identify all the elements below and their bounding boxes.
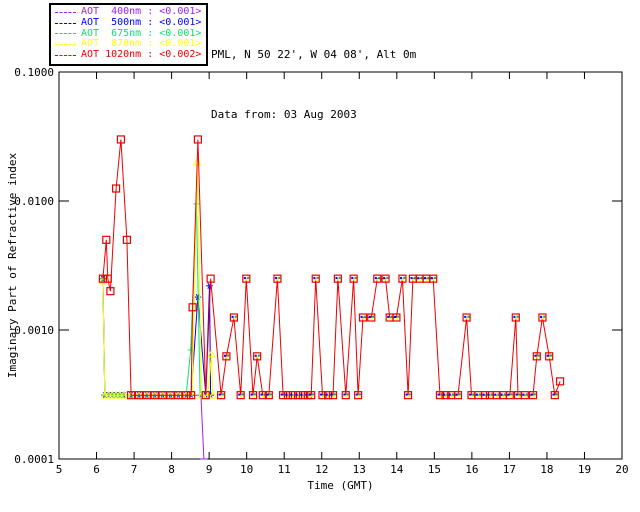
- x-tick-label: 12: [315, 463, 328, 476]
- x-tick-label: 13: [353, 463, 366, 476]
- axes: [58, 71, 623, 460]
- x-tick-label: 14: [390, 463, 404, 476]
- x-tick-label: 17: [503, 463, 516, 476]
- y-tick-label: 0.0100: [14, 195, 54, 208]
- chart-canvas: 5 6 7 8 9 10 11 12 13 14 15 16 17 18 19 20 0.0001 0.0010 0…: [6, 66, 629, 492]
- series-aot-870nm: [98, 157, 218, 399]
- y-tick-label: 0.0001: [14, 453, 54, 466]
- y-axis-title: Imaginary Part of Refractive index: [6, 153, 19, 379]
- x-tick-label: 6: [93, 463, 100, 476]
- x-tick-label: 10: [240, 463, 253, 476]
- x-tick-label: 20: [615, 463, 628, 476]
- x-tick-label: 8: [168, 463, 175, 476]
- x-tick-label: 16: [465, 463, 478, 476]
- x-tick-label: 18: [540, 463, 553, 476]
- x-tick-label: 7: [131, 463, 138, 476]
- x-tick-label: 5: [56, 463, 63, 476]
- series-aot-500nm: [99, 275, 215, 399]
- y-tick-label: 0.1000: [14, 66, 54, 79]
- y-tick-label: 0.0010: [14, 324, 54, 337]
- x-tick-label: 19: [578, 463, 591, 476]
- x-tick-label: 15: [428, 463, 441, 476]
- x-axis-title: Time (GMT): [307, 479, 373, 492]
- x-tick-label: 9: [206, 463, 213, 476]
- x-tick-label: 11: [278, 463, 291, 476]
- series-aot-1020nm: [98, 135, 565, 400]
- screenshot-root: { "header": { "line1": "PML, N 50 22', W…: [0, 0, 640, 512]
